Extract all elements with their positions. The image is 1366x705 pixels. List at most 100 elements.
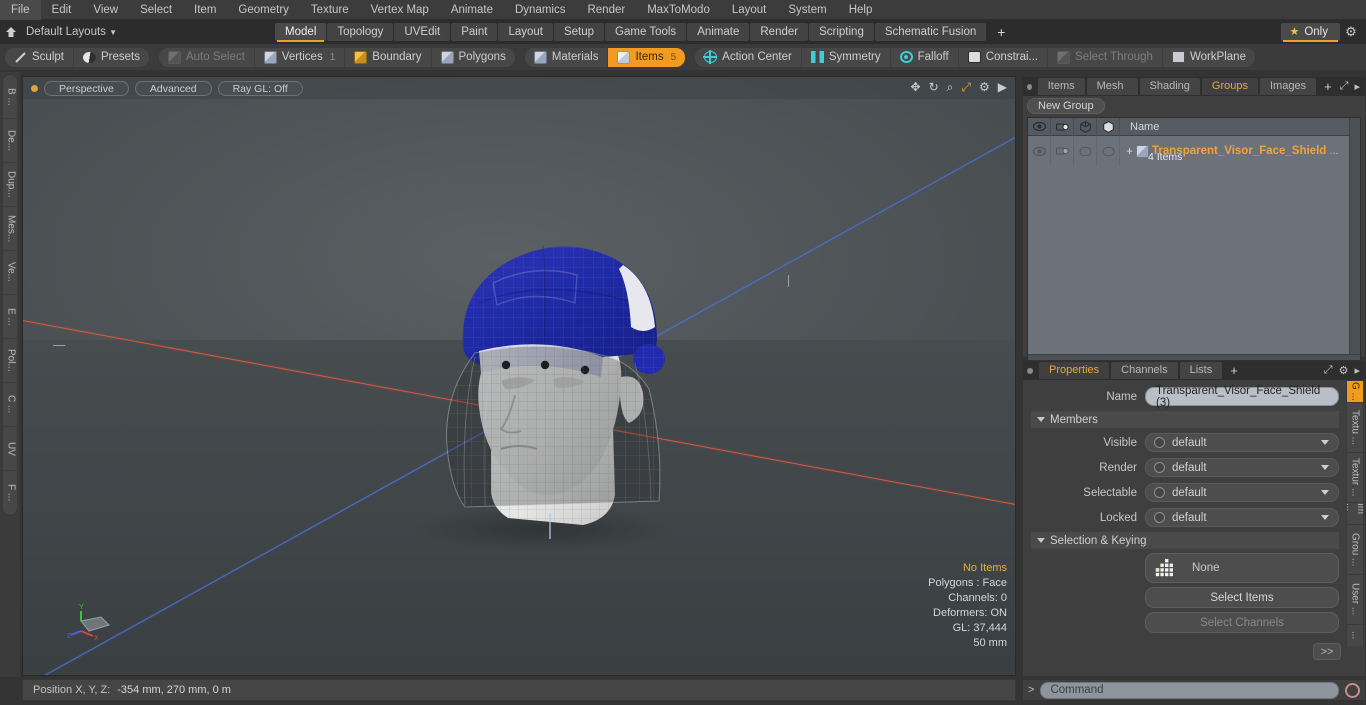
mode-auto-select[interactable]: Auto Select [159, 47, 255, 67]
expand-toggle-icon[interactable]: + [1126, 145, 1133, 157]
mode-vertices[interactable]: Vertices 1 [255, 47, 346, 67]
tab-layout[interactable]: Layout [498, 23, 553, 41]
radio-icon[interactable] [1154, 462, 1165, 473]
viewport-projection-button[interactable]: Perspective [44, 80, 129, 96]
menu-item-file[interactable]: File [0, 0, 41, 20]
radio-icon[interactable] [1154, 512, 1165, 523]
home-icon[interactable] [0, 21, 22, 43]
rtab-images[interactable]: Im ... [1346, 502, 1364, 524]
menu-item-view[interactable]: View [82, 0, 129, 20]
rtab-groups[interactable]: G ... [1346, 380, 1364, 402]
sidebar-tab-uv[interactable]: UV [3, 427, 17, 471]
rtab-user-channels[interactable]: User ... [1346, 574, 1364, 624]
row-render-toggle[interactable] [1051, 136, 1074, 166]
sidebar-tab-vertex[interactable]: Ve... [3, 251, 17, 295]
tab-images[interactable]: Images [1259, 78, 1317, 95]
menu-item-system[interactable]: System [777, 0, 837, 20]
tool-workplane[interactable]: WorkPlane [1163, 48, 1255, 67]
panel-menu-dot-icon[interactable] [1027, 83, 1032, 90]
tab-animate[interactable]: Animate [687, 23, 750, 41]
sidebar-tab-mesh[interactable]: Mes... [3, 207, 17, 251]
tool-falloff[interactable]: Falloff [891, 47, 959, 67]
tab-setup[interactable]: Setup [553, 23, 605, 41]
row-wire-toggle[interactable] [1097, 136, 1120, 166]
menu-item-render[interactable]: Render [576, 0, 636, 20]
render-dropdown[interactable]: default [1145, 458, 1339, 477]
mode-items[interactable]: Items 5 [608, 47, 686, 67]
tool-sculpt[interactable]: Sculpt [5, 47, 74, 67]
groups-list-empty-area[interactable] [1028, 166, 1360, 364]
tab-topology[interactable]: Topology [327, 23, 394, 41]
members-section-header[interactable]: Members [1031, 411, 1339, 428]
radio-icon[interactable] [1154, 437, 1165, 448]
tab-render[interactable]: Render [750, 23, 809, 41]
sidebar-tab-duplicate[interactable]: Dup... [3, 163, 17, 207]
tab-scripting[interactable]: Scripting [809, 23, 874, 41]
tab-channels[interactable]: Channels [1111, 362, 1178, 379]
mode-boundary[interactable]: Boundary [345, 47, 432, 67]
sidebar-tab-deform[interactable]: De... [3, 119, 17, 163]
menu-item-item[interactable]: Item [183, 0, 227, 20]
name-field[interactable]: Transparent_Visor_Face_Shield (3) [1145, 385, 1339, 409]
rotate-icon[interactable]: ↻ [929, 80, 939, 94]
gear-icon[interactable]: ⚙ [979, 80, 990, 94]
tool-select-through[interactable]: Select Through [1048, 47, 1163, 67]
visible-dropdown[interactable]: default [1145, 433, 1339, 452]
tab-mesh[interactable]: Mesh ... [1086, 78, 1138, 109]
tool-constraint[interactable]: Constrai... [959, 47, 1049, 67]
menu-item-dynamics[interactable]: Dynamics [504, 0, 576, 20]
add-panel-tab-button[interactable]: + [1318, 78, 1338, 95]
add-tab-button[interactable]: + [987, 23, 1015, 41]
axis-gizmo[interactable]: Y X Z [67, 603, 123, 653]
selectable-dropdown[interactable]: default [1145, 483, 1339, 502]
move-icon[interactable]: ✥ [911, 80, 921, 94]
menu-item-layout[interactable]: Layout [721, 0, 778, 20]
tab-game-tools[interactable]: Game Tools [605, 23, 687, 41]
table-row[interactable]: + Transparent_Visor_Face_Shield ... 4 It… [1028, 136, 1360, 166]
selection-set-button[interactable]: None [1145, 553, 1339, 583]
panel-menu-dot-icon[interactable] [1027, 367, 1033, 374]
chevron-right-icon[interactable]: ▶ [998, 80, 1007, 94]
menu-item-select[interactable]: Select [129, 0, 183, 20]
gear-icon[interactable]: ⚙ [1340, 22, 1362, 42]
menu-item-texture[interactable]: Texture [300, 0, 360, 20]
maximize-icon[interactable]: ⤢ [961, 80, 971, 94]
select-items-button[interactable]: Select Items [1145, 587, 1339, 608]
tab-properties[interactable]: Properties [1039, 362, 1110, 379]
rtab-grouping[interactable]: Grou ... [1346, 524, 1364, 574]
tab-uvedit[interactable]: UVEdit [394, 23, 451, 41]
only-button[interactable]: ★ Only [1281, 23, 1340, 42]
radio-icon[interactable] [1154, 487, 1165, 498]
row-shaded-toggle[interactable] [1074, 136, 1097, 166]
tab-shading[interactable]: Shading [1139, 78, 1200, 95]
mode-materials[interactable]: Materials [525, 47, 609, 67]
locked-dropdown[interactable]: default [1145, 508, 1339, 527]
menu-item-vertex-map[interactable]: Vertex Map [360, 0, 440, 20]
rtab-texture-maps[interactable]: Textur ... [1346, 452, 1364, 502]
sidebar-tab-edge[interactable]: E ... [3, 295, 17, 339]
rtab-more[interactable]: ... [1346, 624, 1364, 646]
row-name-cell[interactable]: + Transparent_Visor_Face_Shield ... 4 It… [1120, 136, 1360, 166]
menu-item-animate[interactable]: Animate [440, 0, 504, 20]
tool-symmetry[interactable]: Symmetry [802, 47, 891, 67]
viewport-3d[interactable]: Perspective Advanced Ray GL: Off ✥ ↻ ⌕ ⤢… [22, 76, 1016, 676]
sidebar-tab-basic[interactable]: B ... [3, 75, 17, 119]
record-icon[interactable] [1345, 682, 1360, 698]
groups-list[interactable]: Name + Transparent_Visor_Face_Shield ...… [1027, 117, 1361, 365]
layout-preset-label[interactable]: Default Layouts ▼ [22, 26, 125, 38]
add-properties-tab-button[interactable]: + [1224, 362, 1244, 379]
tool-presets[interactable]: Presets [74, 48, 149, 67]
command-input[interactable]: Command [1040, 681, 1339, 699]
row-visible-toggle[interactable] [1028, 136, 1051, 166]
mode-polygons[interactable]: Polygons [432, 48, 515, 67]
sidebar-tab-fusion[interactable]: F ... [3, 471, 17, 515]
menu-item-help[interactable]: Help [838, 0, 884, 20]
tab-groups[interactable]: Groups [1201, 78, 1258, 95]
selection-keying-section-header[interactable]: Selection & Keying [1031, 532, 1339, 549]
tab-lists[interactable]: Lists [1179, 362, 1223, 379]
viewport-raygl-button[interactable]: Ray GL: Off [217, 80, 303, 96]
menu-item-edit[interactable]: Edit [41, 0, 83, 20]
more-options-button[interactable]: >> [1313, 643, 1341, 660]
menu-item-geometry[interactable]: Geometry [227, 0, 300, 20]
sidebar-tab-polygon[interactable]: Pol... [3, 339, 17, 383]
